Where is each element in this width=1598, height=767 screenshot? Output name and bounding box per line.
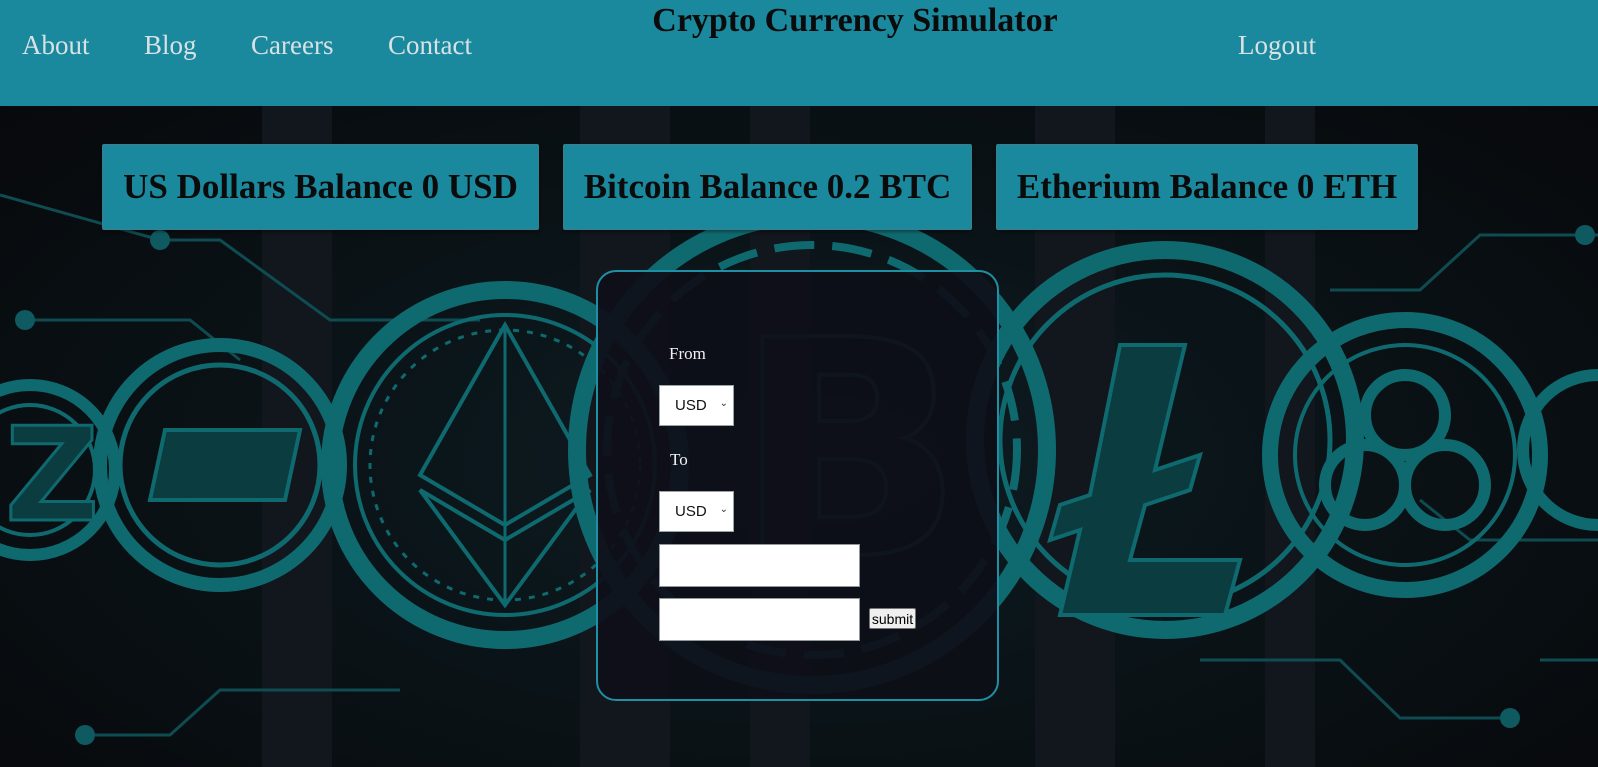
usd-balance-card: US Dollars Balance 0 USD bbox=[102, 144, 539, 230]
svg-text:Z: Z bbox=[5, 399, 99, 551]
eth-balance-text: Etherium Balance 0 ETH bbox=[1016, 167, 1398, 206]
usd-balance-text: US Dollars Balance 0 USD bbox=[123, 167, 518, 206]
to-currency-value: USD bbox=[675, 503, 707, 520]
from-currency-select[interactable]: USD ⌄ bbox=[659, 385, 734, 426]
logout-link[interactable]: Logout bbox=[1238, 30, 1316, 61]
btc-balance-text: Bitcoin Balance 0.2 BTC bbox=[583, 167, 952, 206]
site-title: Crypto Currency Simulator bbox=[652, 2, 1058, 39]
to-currency-select[interactable]: USD ⌄ bbox=[659, 491, 734, 532]
amount-input[interactable] bbox=[659, 544, 860, 587]
eth-balance-card: Etherium Balance 0 ETH bbox=[996, 144, 1418, 230]
chevron-down-icon: ⌄ bbox=[719, 504, 728, 515]
conversion-form: From USD ⌄ To USD ⌄ submit bbox=[596, 270, 999, 701]
chevron-down-icon: ⌄ bbox=[719, 398, 728, 409]
from-currency-value: USD bbox=[675, 397, 707, 414]
submit-button[interactable]: submit bbox=[869, 608, 916, 629]
to-label: To bbox=[670, 450, 688, 469]
btc-balance-card: Bitcoin Balance 0.2 BTC bbox=[563, 144, 972, 230]
from-label: From bbox=[669, 344, 706, 363]
result-input[interactable] bbox=[659, 598, 860, 641]
top-navbar: About Blog Careers Contact Crypto Curren… bbox=[0, 0, 1598, 106]
